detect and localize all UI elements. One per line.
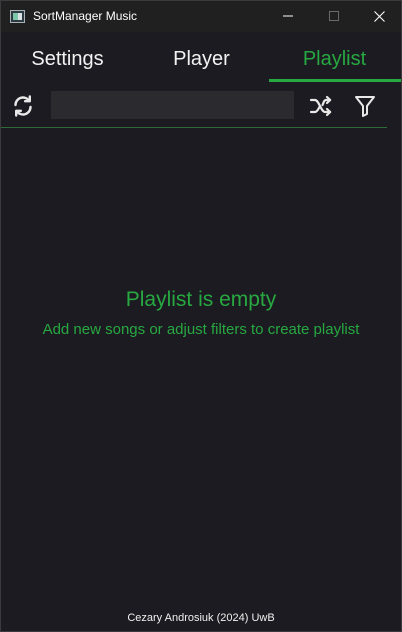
- refresh-button[interactable]: [11, 94, 35, 118]
- window-title: SortManager Music: [33, 9, 138, 23]
- search-input[interactable]: [51, 91, 294, 119]
- toolbar-divider: [1, 127, 387, 128]
- shuffle-button[interactable]: [309, 94, 333, 118]
- app-icon: [10, 10, 25, 23]
- app-window: SortManager Music Settings Player Playli…: [0, 0, 402, 632]
- refresh-icon: [14, 95, 32, 117]
- tab-bar: Settings Player Playlist: [1, 32, 401, 82]
- filter-icon: [355, 96, 375, 117]
- close-button[interactable]: [356, 1, 402, 32]
- maximize-button[interactable]: [311, 1, 357, 32]
- active-tab-indicator: [269, 79, 401, 82]
- empty-playlist-title: Playlist is empty: [125, 288, 277, 311]
- tab-playlist[interactable]: Playlist: [268, 32, 401, 82]
- minimize-button[interactable]: [265, 1, 311, 32]
- tab-player[interactable]: Player: [135, 32, 268, 82]
- playlist-toolbar: [1, 85, 401, 127]
- title-bar[interactable]: SortManager Music: [1, 1, 401, 32]
- close-icon: [374, 11, 385, 22]
- minimize-icon: [283, 15, 293, 17]
- empty-playlist-hint: Add new songs or adjust filters to creat…: [42, 321, 360, 338]
- maximize-icon: [329, 11, 339, 21]
- filter-button[interactable]: [354, 94, 376, 118]
- footer-credit: Cezary Androsiuk (2024) UwB: [127, 612, 275, 624]
- tab-settings[interactable]: Settings: [1, 32, 134, 82]
- shuffle-icon: [309, 95, 332, 117]
